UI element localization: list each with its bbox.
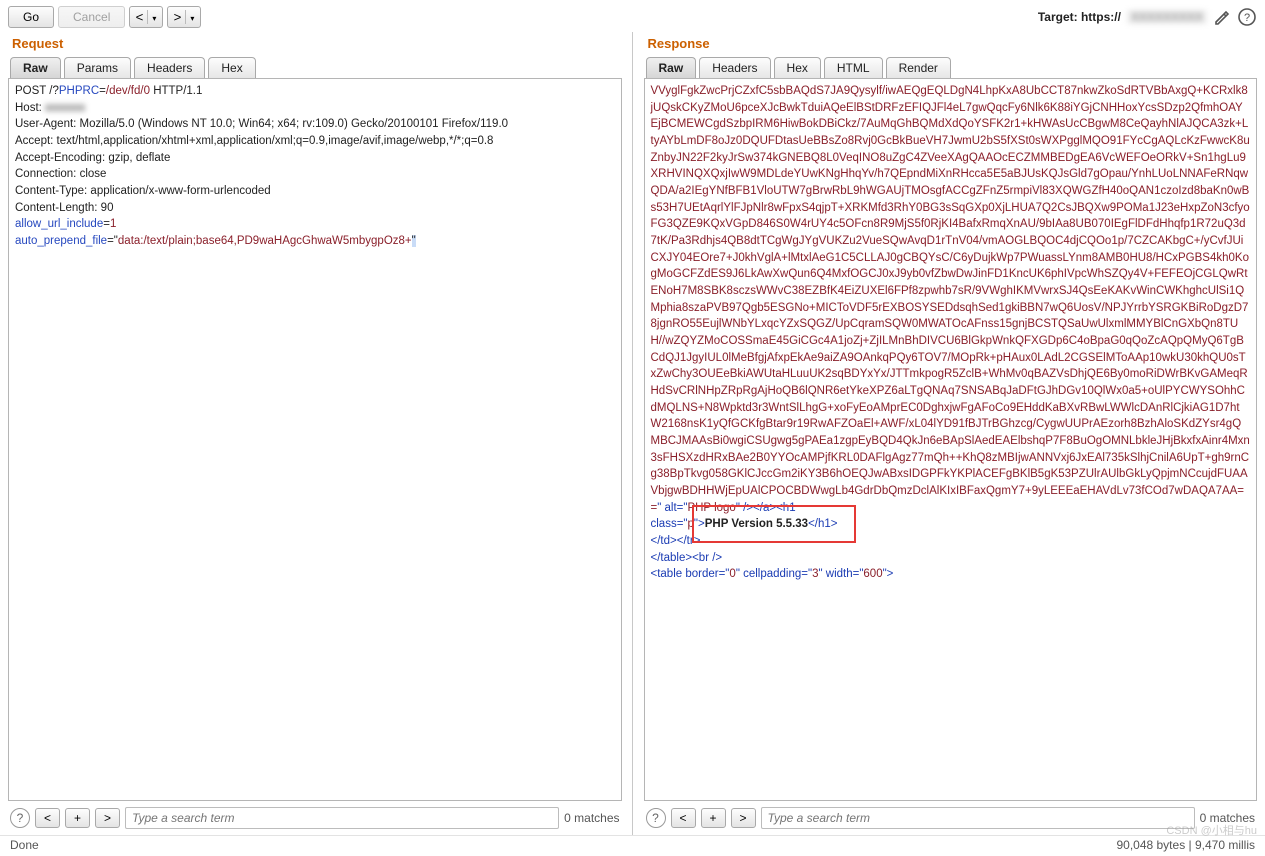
search-next-button[interactable]: > <box>731 808 756 828</box>
search-add-button[interactable]: + <box>65 808 90 828</box>
response-search-input[interactable] <box>761 807 1195 829</box>
status-right: 90,048 bytes | 9,470 millis <box>1116 838 1255 852</box>
target-area: Target: https:// XXXXXXXXX ? <box>1038 7 1257 27</box>
search-prev-button[interactable]: < <box>35 808 60 828</box>
response-pane: Response RawHeadersHexHTMLRender VVyglFg… <box>636 32 1265 835</box>
history-prev-button[interactable]: < ▾ <box>129 6 163 28</box>
svg-text:?: ? <box>1244 12 1250 24</box>
cancel-button[interactable]: Cancel <box>58 6 125 28</box>
search-help-icon[interactable]: ? <box>10 808 30 828</box>
request-pane: Request RawParamsHeadersHex POST /?PHPRC… <box>0 32 630 835</box>
search-add-button[interactable]: + <box>701 808 726 828</box>
response-tabbar: RawHeadersHexHTMLRender <box>636 57 1265 78</box>
status-bar: Done 90,048 bytes | 9,470 millis <box>0 835 1265 856</box>
target-label: Target: https:// <box>1038 10 1121 24</box>
target-host-blurred: XXXXXXXXX <box>1127 10 1207 24</box>
tab-raw[interactable]: Raw <box>646 57 697 78</box>
history-next-button[interactable]: > ▾ <box>167 6 201 28</box>
dropdown-caret-icon: ▾ <box>190 14 194 23</box>
left-button-group: Go Cancel < ▾ > ▾ <box>8 6 201 28</box>
tab-raw[interactable]: Raw <box>10 57 61 78</box>
status-left: Done <box>10 838 39 852</box>
tab-params[interactable]: Params <box>64 57 131 78</box>
request-match-count: 0 matches <box>564 811 619 825</box>
dropdown-caret-icon: ▾ <box>152 14 156 23</box>
chevron-left-icon: < <box>136 9 144 24</box>
tab-hex[interactable]: Hex <box>774 57 821 78</box>
pencil-icon[interactable] <box>1213 8 1231 26</box>
tab-html[interactable]: HTML <box>824 57 883 78</box>
tab-render[interactable]: Render <box>886 57 951 78</box>
search-help-icon[interactable]: ? <box>646 808 666 828</box>
tab-hex[interactable]: Hex <box>208 57 255 78</box>
request-content-shell: POST /?PHPRC=/dev/fd/0 HTTP/1.1Host: xxx… <box>8 78 622 801</box>
go-button[interactable]: Go <box>8 6 54 28</box>
top-toolbar: Go Cancel < ▾ > ▾ Target: https:// XXXXX… <box>0 0 1265 32</box>
chevron-right-icon: > <box>174 9 182 24</box>
response-searchbar: ? < + > 0 matches <box>636 801 1265 835</box>
request-search-input[interactable] <box>125 807 559 829</box>
response-match-count: 0 matches <box>1200 811 1255 825</box>
response-raw-viewer[interactable]: VVyglFgkZwcPrjCZxfC5sbBAQdS7JA9Qysylf/iw… <box>645 79 1257 800</box>
help-icon[interactable]: ? <box>1237 7 1257 27</box>
search-prev-button[interactable]: < <box>671 808 696 828</box>
request-tabbar: RawParamsHeadersHex <box>0 57 630 78</box>
request-raw-editor[interactable]: POST /?PHPRC=/dev/fd/0 HTTP/1.1Host: xxx… <box>9 79 621 800</box>
main-split: Request RawParamsHeadersHex POST /?PHPRC… <box>0 32 1265 835</box>
tab-headers[interactable]: Headers <box>699 57 770 78</box>
response-content-shell: VVyglFgkZwcPrjCZxfC5sbBAQdS7JA9Qysylf/iw… <box>644 78 1258 801</box>
request-searchbar: ? < + > 0 matches <box>0 801 630 835</box>
tab-headers[interactable]: Headers <box>134 57 205 78</box>
request-title: Request <box>0 32 630 57</box>
response-title: Response <box>636 32 1265 57</box>
search-next-button[interactable]: > <box>95 808 120 828</box>
